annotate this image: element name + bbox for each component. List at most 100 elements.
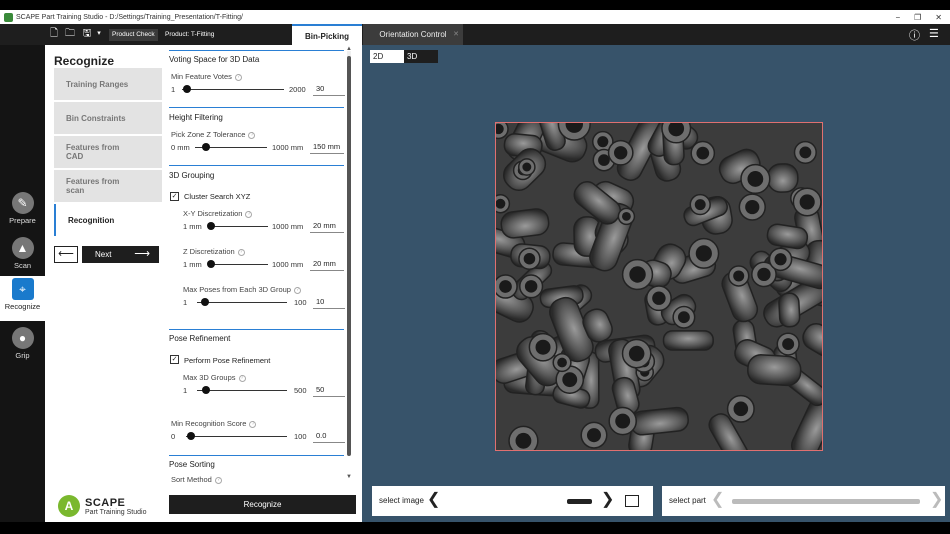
max-3d-groups-slider[interactable] (197, 386, 287, 394)
minimize-button[interactable]: − (895, 13, 900, 22)
prev-part-chevron-icon[interactable]: ❮ (711, 490, 724, 510)
close-button[interactable]: ✕ (935, 13, 942, 22)
fitting-bore (774, 253, 787, 266)
field-label-text: Max 3D Groups (183, 373, 236, 382)
slider-min: 0 (171, 432, 176, 441)
recognize-button[interactable]: Recognize (169, 495, 356, 514)
select-part-label: select part (669, 496, 706, 505)
help-icon[interactable]: ? (245, 211, 253, 218)
panel-scrollbar[interactable] (347, 51, 351, 456)
rail-item-recognize[interactable]: ⌖ Recognize (0, 276, 45, 321)
fitting-body (662, 330, 714, 351)
help-icon[interactable]: ? (293, 287, 301, 294)
slider-thumb[interactable] (201, 143, 210, 151)
slider-max: 100 (294, 298, 307, 307)
slider-thumb[interactable] (201, 298, 210, 306)
scroll-down-icon[interactable]: ▼ (346, 474, 352, 480)
slider-thumb[interactable] (207, 222, 215, 230)
min-score-input[interactable]: 0.0 (313, 429, 345, 443)
scan-icon: ▲ (11, 237, 34, 259)
step-recognition[interactable]: Recognition (54, 204, 162, 236)
help-icon[interactable]: ? (214, 477, 222, 484)
xy-discretization-slider[interactable] (207, 222, 268, 230)
help-icon[interactable]: ? (234, 74, 242, 81)
rail-item-label: Scan (13, 261, 32, 270)
save-icon[interactable]: 🖫 (81, 28, 93, 40)
help-icon[interactable]: ? (238, 375, 246, 382)
back-button[interactable]: ⟵ (54, 246, 78, 263)
fitting-bore (524, 280, 538, 293)
scan-image[interactable] (495, 122, 823, 451)
tab-label: Orientation Control (379, 30, 447, 39)
info-icon[interactable]: ⓘ (909, 27, 920, 43)
field-label: Max 3D Groups? (183, 373, 246, 382)
view-mode-toggle: 2D 3D (370, 50, 438, 63)
next-image-chevron-icon[interactable]: ❯ (601, 490, 614, 510)
z-discretization-slider[interactable] (207, 260, 268, 268)
z-tolerance-slider[interactable] (195, 143, 267, 151)
scrollbar-thumb[interactable] (347, 56, 351, 456)
field-label-text: Sort Method (171, 475, 212, 484)
next-button[interactable]: Next ⟶ (82, 246, 159, 263)
tab-close-icon[interactable]: ✕ (453, 24, 459, 45)
help-icon[interactable]: ? (249, 421, 257, 428)
toolbar: 🗋 🗀 🖫 ▾ Product Check Product: T-Fitting (0, 24, 950, 45)
fitting-bore (745, 199, 760, 215)
fitting-bore (515, 432, 532, 449)
rail-item-prepare[interactable]: ✎ Prepare (0, 190, 45, 232)
image-selector-bar: select image ❮ ❯ (372, 486, 653, 516)
fitting-bore (696, 146, 710, 160)
step-bin-constraints[interactable]: Bin Constraints (54, 102, 162, 134)
menu-icon[interactable]: ☰ (929, 27, 939, 40)
cluster-search-checkbox[interactable]: ✓ (170, 192, 179, 201)
rail-item-grip[interactable]: ● Grip (0, 325, 45, 367)
view-3d-button[interactable]: 3D (404, 50, 438, 63)
help-icon[interactable]: ? (237, 249, 245, 256)
checkbox-label: Cluster Search XYZ (184, 192, 251, 201)
max-poses-slider[interactable] (197, 298, 287, 306)
fitting-bore (522, 162, 532, 172)
z-tolerance-input[interactable]: 150 mm (310, 140, 344, 154)
fitting-bore (733, 401, 749, 417)
scape-logo: A SCAPE Part Training Studio (58, 492, 146, 520)
min-feature-votes-slider[interactable] (182, 85, 284, 93)
new-file-icon[interactable]: 🗋 (48, 28, 60, 40)
tab-bin-picking[interactable]: Bin-Picking (292, 24, 362, 45)
tab-orientation-control[interactable]: Orientation Control ✕ (363, 24, 463, 45)
slider-max: 100 (294, 432, 307, 441)
app-icon (4, 12, 13, 22)
min-feature-votes-input[interactable]: 30 (313, 82, 345, 96)
rail-item-scan[interactable]: ▲ Scan (0, 235, 45, 277)
slider-thumb[interactable] (187, 432, 196, 440)
z-discretization-input[interactable]: 20 mm (310, 257, 344, 271)
fitting-bore (615, 413, 631, 429)
step-features-from-cad[interactable]: Features from CAD (54, 136, 162, 168)
slider-thumb[interactable] (207, 260, 215, 268)
xy-discretization-input[interactable]: 20 mm (310, 219, 344, 233)
logo-mark-icon: A (58, 495, 80, 517)
fitting-bore (557, 357, 567, 368)
view-2d-button[interactable]: 2D (370, 50, 404, 63)
save-dropdown-chevron-icon[interactable]: ▾ (93, 28, 105, 40)
part-selector-slider[interactable] (732, 499, 920, 504)
slider-thumb[interactable] (201, 386, 210, 394)
arrow-left-icon: ⟵ (58, 248, 74, 260)
next-part-chevron-icon[interactable]: ❯ (930, 490, 943, 510)
prev-image-chevron-icon[interactable]: ❮ (427, 490, 440, 510)
fitting-bore (499, 280, 512, 293)
checkbox-label: Perform Pose Refinement (184, 356, 271, 365)
help-icon[interactable]: ? (248, 132, 256, 139)
max-poses-input[interactable]: 10 (313, 295, 345, 309)
perform-refinement-checkbox[interactable]: ✓ (170, 355, 179, 364)
min-score-slider[interactable] (186, 432, 287, 440)
slider-thumb[interactable] (183, 85, 192, 93)
max-3d-groups-input[interactable]: 50 (313, 383, 345, 397)
recognize-icon: ⌖ (11, 278, 34, 300)
step-training-ranges[interactable]: Training Ranges (54, 68, 162, 100)
step-features-from-scan[interactable]: Features from scan (54, 170, 162, 202)
open-image-folder-icon[interactable] (625, 495, 639, 507)
open-folder-icon[interactable]: 🗀 (64, 28, 76, 40)
product-check-button[interactable]: Product Check (109, 29, 158, 41)
maximize-button[interactable]: ❐ (914, 13, 921, 22)
section-divider (169, 455, 344, 456)
